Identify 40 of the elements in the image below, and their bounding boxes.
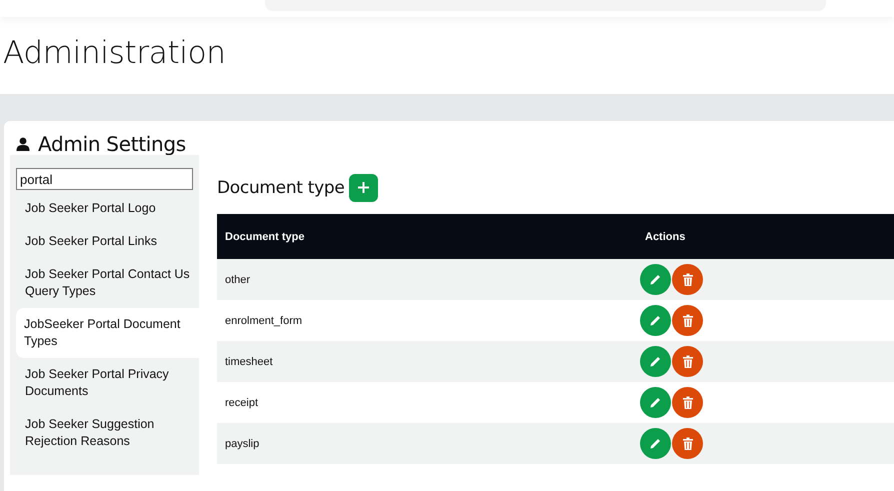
pencil-icon: [649, 273, 662, 286]
add-button[interactable]: [348, 174, 378, 202]
delete-button[interactable]: [672, 346, 703, 377]
edit-button[interactable]: [640, 387, 671, 418]
sidebar-item[interactable]: Job Seeker Portal Links: [16, 225, 199, 258]
table-cell: payslip: [217, 423, 640, 464]
column-header: Actions: [640, 214, 894, 259]
search-field[interactable]: portal: [16, 168, 193, 190]
trash-icon: [682, 354, 694, 368]
table-cell: receipt: [217, 382, 640, 423]
edit-button[interactable]: [640, 346, 671, 377]
delete-button[interactable]: [672, 305, 703, 336]
edit-button[interactable]: [640, 305, 671, 336]
edit-button[interactable]: [640, 264, 671, 295]
table-cell: other: [217, 259, 640, 300]
delete-button[interactable]: [672, 428, 703, 459]
section-title: Document type: [217, 178, 345, 198]
delete-button[interactable]: [672, 264, 703, 295]
sidebar-item[interactable]: Job Seeker Portal Privacy Documents: [16, 358, 199, 408]
sidebar-item[interactable]: Job Seeker Portal Logo: [16, 192, 199, 225]
table-cell: enrolment_form: [217, 300, 640, 341]
sidebar-item[interactable]: Job Seeker Portal Contact Us Query Types: [16, 258, 199, 308]
trash-icon: [682, 272, 694, 286]
pencil-icon: [649, 437, 662, 450]
trash-icon: [682, 314, 694, 328]
user-icon: [16, 137, 30, 151]
sidebar-item[interactable]: JobSeeker Portal Document Types: [16, 308, 199, 358]
delete-button[interactable]: [672, 387, 703, 418]
trash-icon: [682, 436, 694, 450]
pencil-icon: [649, 314, 662, 327]
plus-icon: [358, 182, 369, 193]
trash-icon: [682, 396, 694, 410]
sidebar-item[interactable]: Job Seeker Suggestion Rejection Reasons: [16, 408, 199, 458]
page-title: Administration: [3, 35, 226, 71]
column-header: Document type: [217, 214, 640, 259]
pencil-icon: [649, 355, 662, 368]
table-cell: timesheet: [217, 341, 640, 382]
card-title: Admin Settings: [38, 132, 186, 156]
pencil-icon: [649, 396, 662, 409]
edit-button[interactable]: [640, 428, 671, 459]
